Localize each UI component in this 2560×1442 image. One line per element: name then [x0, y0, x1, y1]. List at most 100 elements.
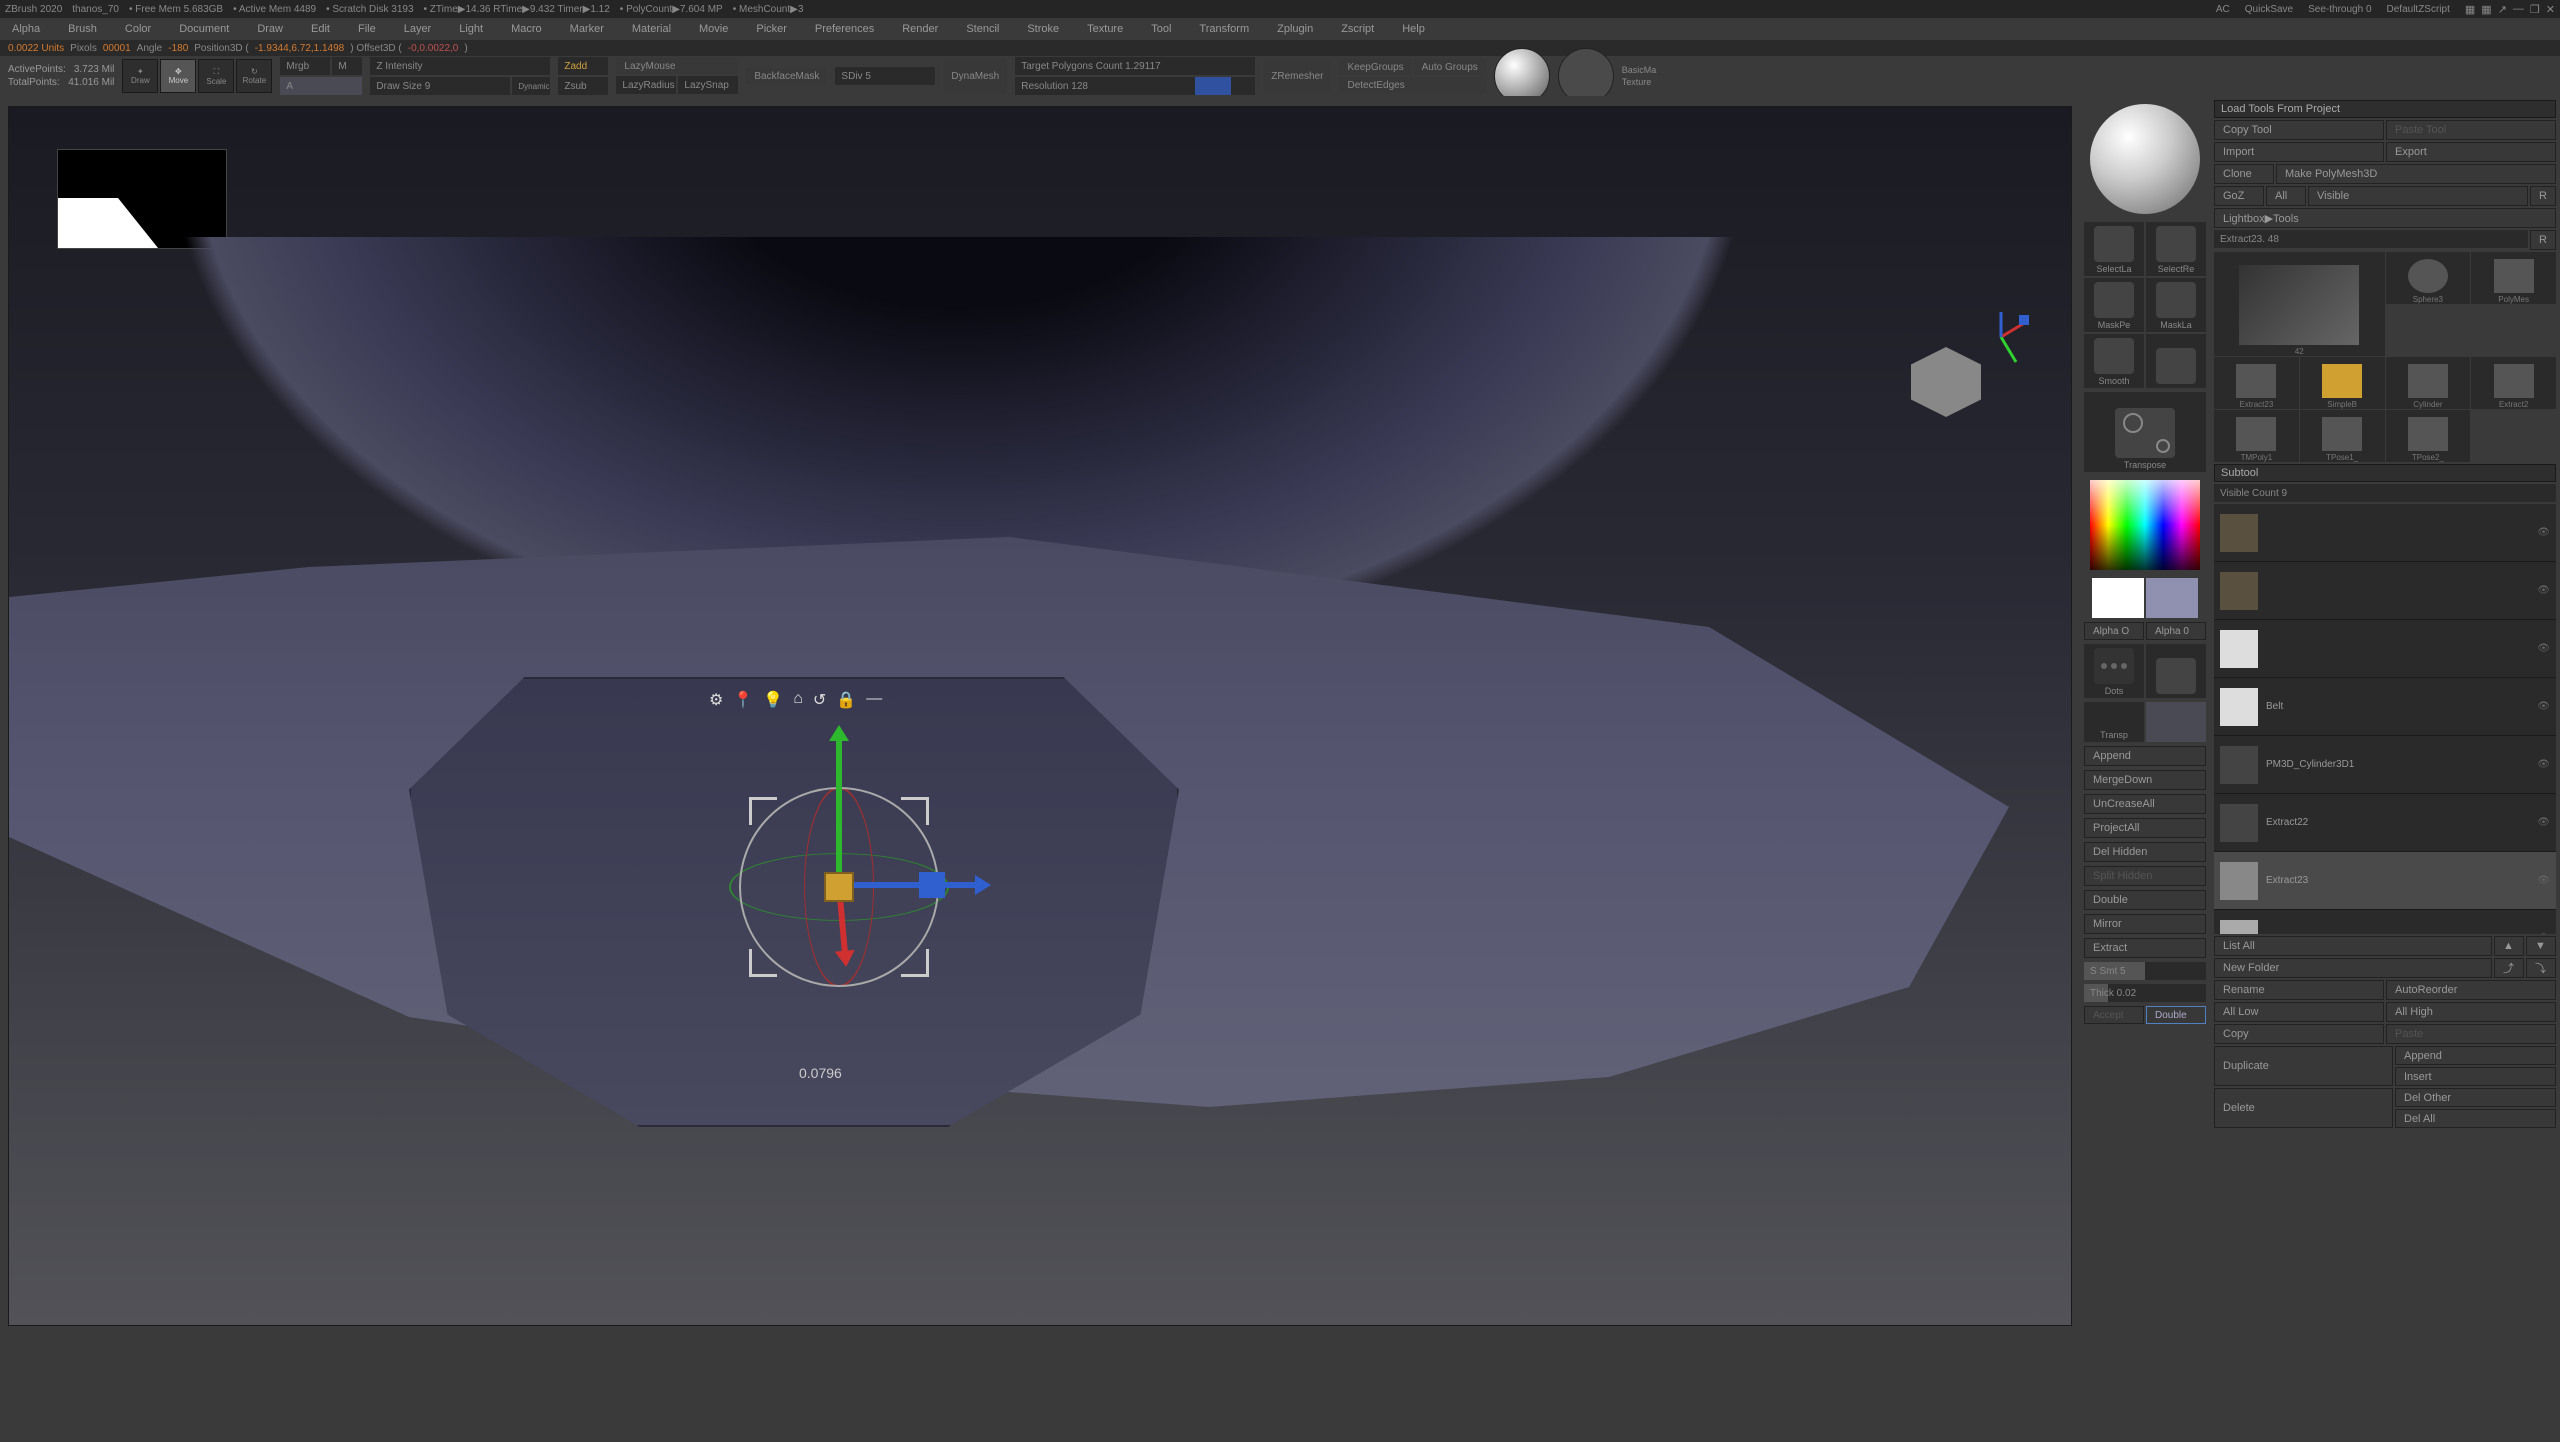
close-icon[interactable]: ✕ — [2546, 3, 2555, 16]
draw-mode-button[interactable]: ✦Draw — [122, 59, 158, 93]
gizmo-scale-x[interactable] — [919, 872, 945, 898]
menu-icon[interactable]: ▦ — [2465, 3, 2475, 16]
ghost-button[interactable] — [2146, 702, 2206, 742]
tool-sphere[interactable]: Sphere3 — [2386, 252, 2471, 304]
menu-movie[interactable]: Movie — [699, 23, 728, 35]
detectedges-button[interactable]: DetectEdges — [1339, 77, 1485, 93]
brush-selectrect[interactable]: SelectRe — [2146, 222, 2206, 276]
transform-gizmo[interactable] — [709, 757, 969, 1017]
goz-r-button[interactable]: R — [2530, 186, 2556, 206]
splithidden-button[interactable]: Split Hidden — [2084, 866, 2206, 886]
swatch-main[interactable] — [2092, 578, 2144, 618]
export-button[interactable]: Export — [2386, 142, 2556, 162]
movedown-button[interactable]: ⤵ — [2526, 958, 2556, 978]
menu-stroke[interactable]: Stroke — [1027, 23, 1059, 35]
delother-button[interactable]: Del Other — [2395, 1088, 2556, 1107]
m-button[interactable]: M — [332, 57, 362, 75]
projectall-button[interactable]: ProjectAll — [2084, 818, 2206, 838]
brush-masklasso[interactable]: MaskLa — [2146, 278, 2206, 332]
sticky-icon[interactable]: — — [866, 690, 882, 710]
stroke-dots[interactable]: Dots — [2084, 644, 2144, 698]
viewport-3d[interactable]: ⚙ 📍 💡 ⌂ ↺ 🔒 — 0.0796 — [8, 106, 2072, 1326]
menu-picker[interactable]: Picker — [756, 23, 787, 35]
pastetool-button[interactable]: Paste Tool — [2386, 120, 2556, 140]
brush-maskpen[interactable]: MaskPe — [2084, 278, 2144, 332]
menu-edit[interactable]: Edit — [311, 23, 330, 35]
menu-brush[interactable]: Brush — [68, 23, 97, 35]
newfolder-button[interactable]: New Folder — [2214, 958, 2492, 978]
tool-current[interactable]: 42 — [2214, 252, 2385, 356]
scale-mode-button[interactable]: ⛶Scale — [198, 59, 234, 93]
double-button[interactable]: Double — [2084, 890, 2206, 910]
append-button[interactable]: Append — [2084, 746, 2206, 766]
delall-button[interactable]: Del All — [2395, 1109, 2556, 1128]
load-tools-header[interactable]: Load Tools From Project — [2214, 100, 2556, 118]
dynamesh-button[interactable]: DynaMesh — [943, 59, 1007, 93]
listall-button[interactable]: List All — [2214, 936, 2492, 956]
zadd-button[interactable]: Zadd — [558, 57, 608, 75]
paste-button[interactable]: Paste — [2386, 1024, 2556, 1044]
tool-tmpoly[interactable]: TMPoly1 — [2214, 410, 2299, 462]
color-picker[interactable] — [2090, 480, 2200, 570]
gizmo-x-axis[interactable] — [839, 882, 979, 888]
menu-marker[interactable]: Marker — [570, 23, 604, 35]
swatch-secondary[interactable] — [2146, 578, 2198, 618]
brush-smooth[interactable]: Smooth — [2084, 334, 2144, 388]
menu-stencil[interactable]: Stencil — [966, 23, 999, 35]
tool-tpose1[interactable]: TPose1_ — [2300, 410, 2385, 462]
zsub-button[interactable]: Zsub — [558, 77, 608, 95]
menu-color[interactable]: Color — [125, 23, 151, 35]
subtool-list[interactable]: 👁 👁 👁 Belt👁 PM3D_Cylinder3D1👁 Extract22👁… — [2214, 504, 2556, 934]
lightbox-tools-button[interactable]: Lightbox▶Tools — [2214, 208, 2556, 228]
menu-light[interactable]: Light — [459, 23, 483, 35]
thick-slider[interactable]: Thick 0.02 — [2084, 984, 2206, 1002]
append2-button[interactable]: Append — [2395, 1046, 2556, 1065]
sdiv-slider[interactable]: SDiv 5 — [835, 67, 935, 85]
rename-button[interactable]: Rename — [2214, 980, 2384, 1000]
mergedown-button[interactable]: MergeDown — [2084, 770, 2206, 790]
quicksave-button[interactable]: QuickSave — [2245, 4, 2293, 15]
maximize-icon[interactable]: ❐ — [2530, 3, 2540, 16]
arrow-down-button[interactable]: ▼ — [2526, 936, 2556, 956]
subtool-header[interactable]: Subtool — [2214, 464, 2556, 482]
transp-button[interactable]: Transp — [2084, 702, 2144, 742]
gizmo-toolbar[interactable]: ⚙ 📍 💡 ⌂ ↺ 🔒 — — [709, 690, 882, 710]
brush-empty[interactable] — [2146, 334, 2206, 388]
allhigh-button[interactable]: All High — [2386, 1002, 2556, 1022]
menu-render[interactable]: Render — [902, 23, 938, 35]
lazyradius-slider[interactable]: LazyRadius — [616, 76, 676, 94]
move-mode-button[interactable]: ✥Move — [160, 59, 196, 93]
mirror-button[interactable]: Mirror — [2084, 914, 2206, 934]
goz-visible-button[interactable]: Visible — [2308, 186, 2528, 206]
ssmt-slider[interactable]: S Smt 5 — [2084, 962, 2206, 980]
arrow-icon[interactable]: ↗ — [2498, 3, 2507, 16]
default-zscript[interactable]: DefaultZScript — [2387, 4, 2450, 15]
copytool-button[interactable]: Copy Tool — [2214, 120, 2384, 140]
menu-alpha[interactable]: Alpha — [12, 23, 40, 35]
insert-button[interactable]: Insert — [2395, 1067, 2556, 1086]
menu-tool[interactable]: Tool — [1151, 23, 1171, 35]
brush-transpose[interactable]: Transpose — [2084, 392, 2206, 472]
lock-icon[interactable]: 🔒 — [836, 690, 856, 710]
lazysnap-slider[interactable]: LazySnap — [678, 76, 738, 94]
alllow-button[interactable]: All Low — [2214, 1002, 2384, 1022]
eye-icon[interactable]: 👁 — [2537, 875, 2550, 886]
menu-macro[interactable]: Macro — [511, 23, 542, 35]
menu-document[interactable]: Document — [179, 23, 229, 35]
menu-icon-2[interactable]: ▦ — [2481, 3, 2491, 16]
zintensity-slider[interactable]: Z Intensity — [370, 57, 550, 75]
a-toggle[interactable]: A — [280, 77, 362, 95]
nav-axes-icon[interactable] — [1971, 307, 2031, 367]
menu-help[interactable]: Help — [1402, 23, 1425, 35]
menu-layer[interactable]: Layer — [404, 23, 432, 35]
copy-button[interactable]: Copy — [2214, 1024, 2384, 1044]
makepolymesh-button[interactable]: Make PolyMesh3D — [2276, 164, 2556, 184]
accept-button[interactable]: Accept — [2084, 1006, 2144, 1024]
goz-all-button[interactable]: All — [2266, 186, 2306, 206]
gear-icon[interactable]: ⚙ — [709, 690, 723, 710]
alpha-on-button[interactable]: Alpha 0 — [2146, 622, 2206, 640]
moveup-button[interactable]: ⤴ — [2494, 958, 2524, 978]
menu-zplugin[interactable]: Zplugin — [1277, 23, 1313, 35]
r-button[interactable]: R — [2530, 230, 2556, 250]
double2-button[interactable]: Double — [2146, 1006, 2206, 1024]
